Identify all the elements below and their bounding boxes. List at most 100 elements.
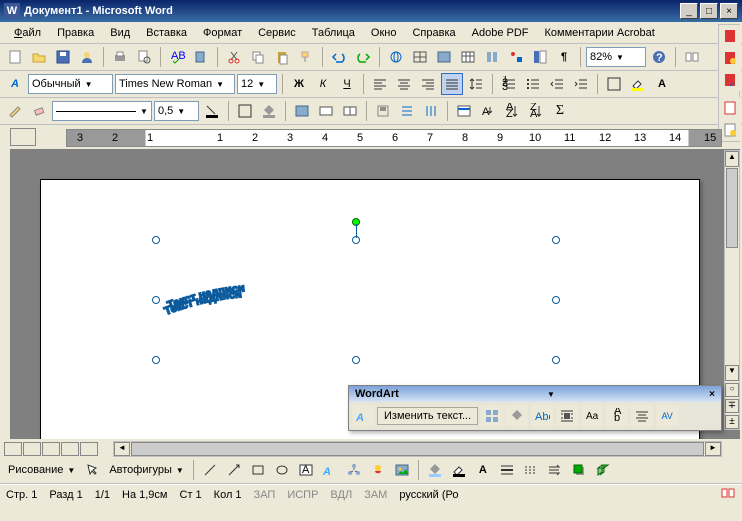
columns-button[interactable]: [481, 46, 503, 68]
underline-button[interactable]: Ч: [336, 73, 358, 95]
fill-color-button[interactable]: [424, 459, 446, 481]
clipart-button[interactable]: [367, 459, 389, 481]
close-button[interactable]: ×: [720, 3, 738, 19]
numbering-button[interactable]: 123: [498, 73, 520, 95]
oval-button[interactable]: [271, 459, 293, 481]
increase-indent-button[interactable]: [570, 73, 592, 95]
borders-button[interactable]: [603, 73, 625, 95]
redo-button[interactable]: [352, 46, 374, 68]
research-button[interactable]: [190, 46, 212, 68]
adobe-attach-button[interactable]: [719, 119, 741, 141]
menu-format[interactable]: Формат: [195, 25, 250, 41]
distribute-rows-button[interactable]: [396, 100, 418, 122]
copy-button[interactable]: [247, 46, 269, 68]
wordart-vertical-button[interactable]: Ab: [606, 405, 628, 427]
shading-button[interactable]: [258, 100, 280, 122]
align-top-button[interactable]: [372, 100, 394, 122]
horizontal-scrollbar[interactable]: ◄ ►: [113, 441, 722, 457]
doc-map-button[interactable]: [529, 46, 551, 68]
insert-table2-button[interactable]: [291, 100, 313, 122]
sort-asc-button[interactable]: AZ: [501, 100, 523, 122]
textbox-button[interactable]: A: [295, 459, 317, 481]
draw-table-button[interactable]: [4, 100, 26, 122]
styles-pane-button[interactable]: A: [4, 73, 26, 95]
wordart-spacing-button[interactable]: AV: [656, 405, 678, 427]
line-button[interactable]: [199, 459, 221, 481]
text-direction-button[interactable]: A: [477, 100, 499, 122]
rectangle-button[interactable]: [247, 459, 269, 481]
arrow-button[interactable]: [223, 459, 245, 481]
wordart-toolbar-close[interactable]: ×: [709, 389, 715, 400]
shadow-button[interactable]: [568, 459, 590, 481]
align-right-button[interactable]: [417, 73, 439, 95]
menu-adobe[interactable]: Adobe PDF: [464, 25, 537, 41]
arrow-style-button[interactable]: [544, 459, 566, 481]
distribute-cols-button[interactable]: [420, 100, 442, 122]
menu-window[interactable]: Окно: [363, 25, 405, 41]
adobe-review-button[interactable]: [719, 97, 741, 119]
outside-border-button[interactable]: [234, 100, 256, 122]
wordart-toolbar-options[interactable]: ▼: [547, 390, 555, 399]
minimize-button[interactable]: _: [680, 3, 698, 19]
select-objects-button[interactable]: [81, 459, 103, 481]
vertical-scrollbar[interactable]: ▲ ▼ ○ ∓ ±: [724, 150, 740, 430]
status-ovr[interactable]: ЗАМ: [364, 489, 387, 501]
align-center-button[interactable]: [393, 73, 415, 95]
cut-button[interactable]: [223, 46, 245, 68]
adobe-send-button[interactable]: [719, 69, 741, 91]
zoom-dropdown[interactable]: 82%▼: [586, 47, 646, 67]
font-color-button[interactable]: A: [651, 73, 673, 95]
help-button[interactable]: ?: [648, 46, 670, 68]
menu-insert[interactable]: Вставка: [138, 25, 195, 41]
linespacing-button[interactable]: [465, 73, 487, 95]
wordart-button[interactable]: A: [319, 459, 341, 481]
font-dropdown[interactable]: Times New Roman▼: [115, 74, 235, 94]
autosum-button[interactable]: Σ: [549, 100, 571, 122]
menu-file[interactable]: Файл: [6, 25, 49, 41]
autoshapes-menu[interactable]: Автофигуры▼: [105, 460, 188, 480]
print-preview-button[interactable]: [133, 46, 155, 68]
bold-button[interactable]: Ж: [288, 73, 310, 95]
spelling-button[interactable]: ABC: [166, 46, 188, 68]
wordart-shape-button[interactable]: Abc: [531, 405, 553, 427]
merge-cells-button[interactable]: [315, 100, 337, 122]
wordart-toolbar-header[interactable]: WordArt ▼ ×: [349, 386, 721, 402]
menu-table[interactable]: Таблица: [304, 25, 363, 41]
line-style-button[interactable]: [496, 459, 518, 481]
justify-button[interactable]: [441, 73, 463, 95]
3d-button[interactable]: [592, 459, 614, 481]
dash-style-button[interactable]: [520, 459, 542, 481]
normal-view-button[interactable]: [4, 442, 22, 456]
wordart-insert-button[interactable]: A: [352, 405, 374, 427]
maximize-button[interactable]: □: [700, 3, 718, 19]
status-trk[interactable]: ИСПР: [287, 489, 318, 501]
style-dropdown[interactable]: Обычный▼: [28, 74, 113, 94]
size-dropdown[interactable]: 12▼: [237, 74, 277, 94]
status-lang[interactable]: русский (Ро: [399, 489, 458, 501]
status-rec[interactable]: ЗАП: [254, 489, 276, 501]
undo-button[interactable]: [328, 46, 350, 68]
insert-table-button[interactable]: [433, 46, 455, 68]
status-ext[interactable]: ВДЛ: [330, 489, 352, 501]
hyperlink-button[interactable]: [385, 46, 407, 68]
show-marks-button[interactable]: ¶: [553, 46, 575, 68]
adobe-comment-button[interactable]: [719, 47, 741, 69]
reading-view-button[interactable]: [80, 442, 98, 456]
diagram-button[interactable]: [343, 459, 365, 481]
wordart-same-height-button[interactable]: Aa: [581, 405, 603, 427]
autoformat-button[interactable]: [453, 100, 475, 122]
border-color-button[interactable]: [201, 100, 223, 122]
menu-view[interactable]: Вид: [102, 25, 138, 41]
paste-button[interactable]: [271, 46, 293, 68]
menu-edit[interactable]: Правка: [49, 25, 102, 41]
format-painter-button[interactable]: [295, 46, 317, 68]
adobe-pdf-button[interactable]: [719, 25, 741, 47]
open-button[interactable]: [28, 46, 50, 68]
drawing-toolbar-button[interactable]: [505, 46, 527, 68]
horizontal-ruler[interactable]: 321 123 456 789 101112 131415: [66, 129, 722, 147]
eraser-button[interactable]: [28, 100, 50, 122]
decrease-indent-button[interactable]: [546, 73, 568, 95]
line-color-button[interactable]: [448, 459, 470, 481]
bullets-button[interactable]: [522, 73, 544, 95]
web-view-button[interactable]: [23, 442, 41, 456]
